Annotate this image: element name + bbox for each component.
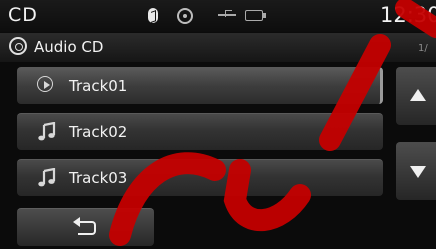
page-indicator: 1/ — [418, 43, 428, 54]
track-name: Track01 — [69, 77, 128, 95]
bluetooth-icon — [148, 8, 158, 23]
cd-icon — [9, 37, 27, 55]
track-name: Track02 — [69, 123, 128, 141]
clock: 12:30 — [380, 3, 436, 27]
up-arrow-icon — [410, 89, 426, 101]
mode-label: CD — [8, 4, 38, 26]
status-bar: CD 12:30 — [0, 0, 436, 32]
music-note-icon — [38, 168, 56, 187]
play-icon — [37, 76, 53, 92]
scroll-up-button[interactable] — [396, 67, 436, 125]
source-header: Audio CD 1/ — [0, 33, 436, 62]
track-item[interactable]: Track02 — [17, 113, 383, 150]
back-arrow-icon — [73, 217, 97, 237]
track-item[interactable]: Track03 — [17, 159, 383, 196]
track-item[interactable]: Track01 — [17, 67, 383, 104]
scroll-down-button[interactable] — [396, 142, 436, 200]
usb-icon — [218, 10, 238, 20]
disc-icon — [177, 8, 193, 24]
down-arrow-icon — [410, 166, 426, 178]
track-name: Track03 — [69, 169, 128, 187]
source-title: Audio CD — [34, 38, 104, 56]
back-button[interactable] — [17, 208, 154, 246]
battery-icon — [245, 10, 266, 21]
music-note-icon — [38, 122, 56, 141]
